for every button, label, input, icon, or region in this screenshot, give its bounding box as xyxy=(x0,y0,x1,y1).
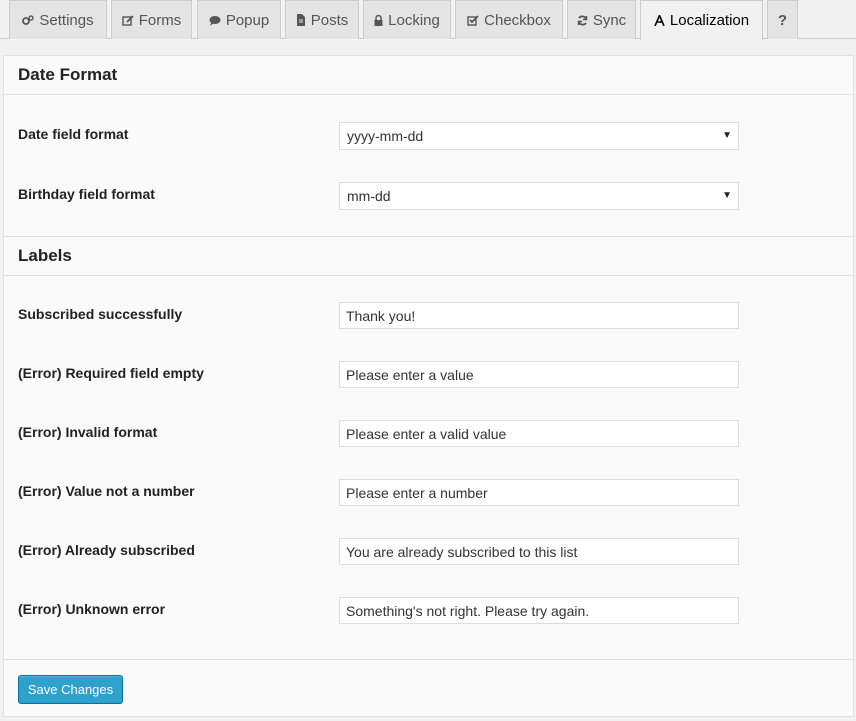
tab-label: Localization xyxy=(669,12,750,29)
refresh-icon xyxy=(577,14,588,26)
birthday-field-format-select[interactable]: mm-dd ▼ xyxy=(339,182,739,210)
tab-label: Checkbox xyxy=(484,11,551,29)
tab-locking[interactable]: Locking xyxy=(363,0,451,39)
tab-label: Settings xyxy=(39,11,94,29)
text-required-input[interactable] xyxy=(339,361,739,388)
gears-icon xyxy=(22,14,35,26)
caret-down-icon: ▼ xyxy=(722,190,732,201)
tab-label: Popup xyxy=(225,11,270,29)
tab-bar: Settings Forms Popup Posts Locking Check… xyxy=(0,0,856,40)
tab-checkbox[interactable]: Checkbox xyxy=(455,0,563,39)
section-title-date-format: Date Format xyxy=(4,56,853,95)
field-label-unknown-error: (Error) Unknown error xyxy=(18,601,166,617)
file-icon xyxy=(296,14,306,26)
tab-settings[interactable]: Settings xyxy=(9,0,107,39)
tab-label: Posts xyxy=(310,11,349,29)
date-field-format-label: Date field format xyxy=(18,126,129,142)
text-already-subscribed-input[interactable] xyxy=(339,538,739,565)
comment-icon xyxy=(209,15,221,26)
birthday-field-format-label: Birthday field format xyxy=(18,186,155,202)
section-title-labels: Labels xyxy=(4,236,853,276)
field-label-value-not-a-number: (Error) Value not a number xyxy=(18,483,195,499)
field-label-subscribed-successfully: Subscribed successfully xyxy=(18,306,183,322)
lock-icon xyxy=(374,14,383,26)
edit-icon xyxy=(122,14,134,26)
text-subscribed-input[interactable] xyxy=(339,302,739,329)
font-icon xyxy=(654,15,665,26)
tab-forms[interactable]: Forms xyxy=(111,0,192,39)
save-changes-button[interactable]: Save Changes xyxy=(18,675,123,704)
field-label-invalid-format: (Error) Invalid format xyxy=(18,424,158,440)
text-not-a-number-input[interactable] xyxy=(339,479,739,506)
field-label-already-subscribed: (Error) Already subscribed xyxy=(18,542,195,558)
tab-label: Sync xyxy=(592,11,627,29)
text-invalid-format-input[interactable] xyxy=(339,420,739,447)
footer-divider xyxy=(4,659,853,660)
field-label-required-field-empty: (Error) Required field empty xyxy=(18,365,204,381)
date-field-format-select[interactable]: yyyy-mm-dd ▼ xyxy=(339,122,739,150)
tab-popup[interactable]: Popup xyxy=(197,0,281,39)
select-value: mm-dd xyxy=(347,188,391,204)
tab-label: Locking xyxy=(388,11,440,29)
checkbox-icon xyxy=(467,14,479,26)
help-icon: ? xyxy=(777,11,788,29)
tab-posts[interactable]: Posts xyxy=(285,0,359,39)
tab-label: Forms xyxy=(138,11,182,29)
settings-panel: Date Format Date field format yyyy-mm-dd… xyxy=(3,55,854,717)
caret-down-icon: ▼ xyxy=(722,130,732,141)
select-value: yyyy-mm-dd xyxy=(347,128,424,144)
tab-help[interactable]: ? xyxy=(767,0,798,39)
tab-sync[interactable]: Sync xyxy=(567,0,636,39)
text-unknown-error-input[interactable] xyxy=(339,597,739,624)
tab-localization[interactable]: Localization xyxy=(640,0,763,40)
